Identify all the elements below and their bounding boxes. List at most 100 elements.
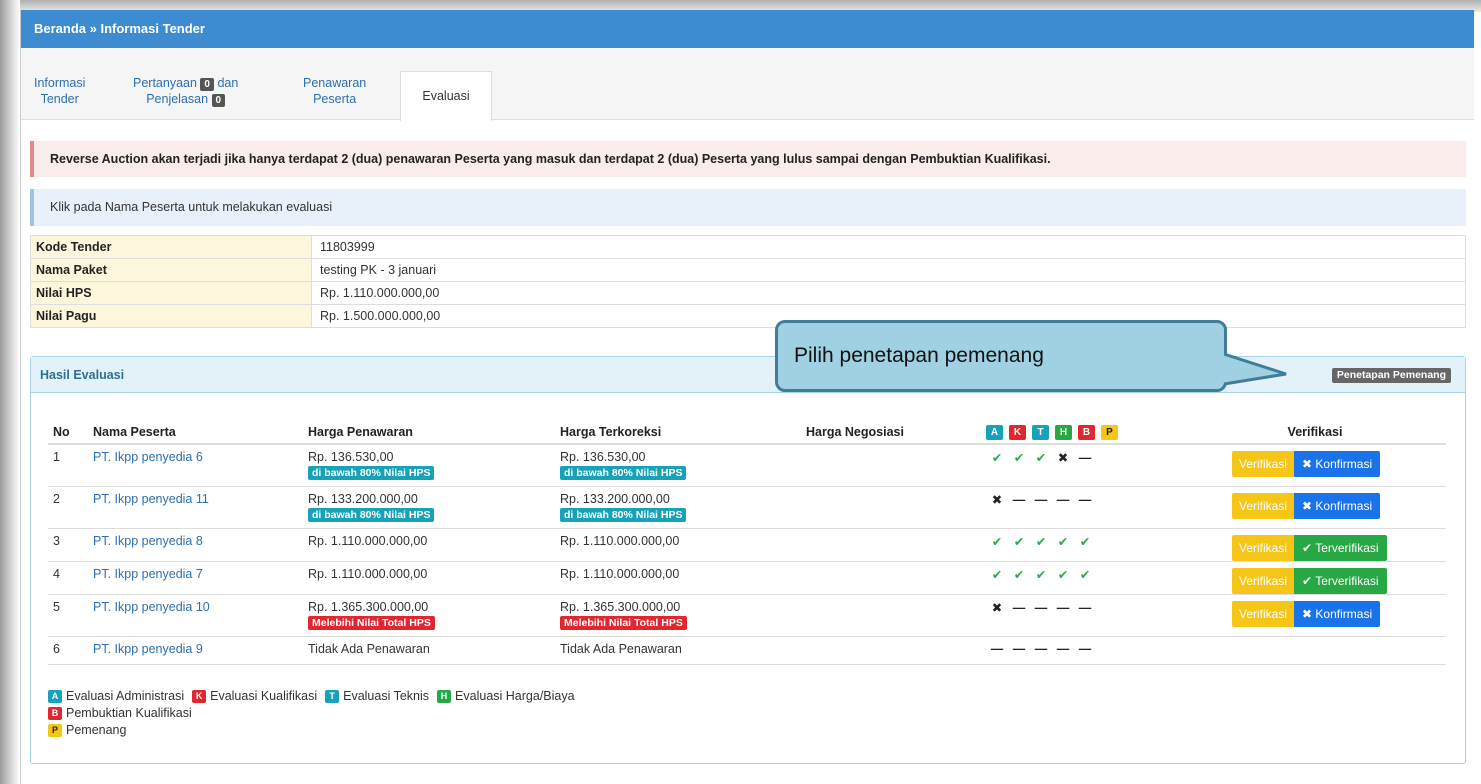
dash-icon: — [1012, 641, 1026, 656]
peserta-name-link[interactable]: PT. Ikpp penyedia 6 [93, 450, 203, 464]
konfirmasi-button[interactable]: ✖ Konfirmasi [1294, 492, 1381, 519]
harga-negosiasi-cell [801, 444, 981, 487]
price-status-badge: Melebihi Nilai Total HPS [560, 615, 687, 630]
verifikasi-button[interactable]: Verifikasi [1232, 534, 1295, 561]
verifikasi-button[interactable]: Verifikasi [1232, 600, 1295, 627]
harga-penawaran-value: Rp. 136.530,00 [308, 450, 394, 464]
badge-t: T [1032, 425, 1049, 440]
check-icon: ✔ [991, 567, 1003, 582]
harga-terkoreksi-value: Tidak Ada Penawaran [560, 641, 682, 656]
breadcrumb[interactable]: Beranda » Informasi Tender [21, 10, 1474, 48]
table-header-row: No Nama Peserta Harga Penawaran Harga Te… [48, 421, 1446, 445]
terverifikasi-button[interactable]: ✔ Terverifikasi [1294, 567, 1387, 594]
row-number: 2 [48, 486, 88, 529]
check-icon: ✔ [1057, 534, 1069, 549]
harga-terkoreksi-value: Rp. 136.530,00 [560, 450, 646, 464]
peserta-name-link[interactable]: PT. Ikpp penyedia 7 [93, 567, 203, 581]
harga-terkoreksi-cell: Rp. 1.110.000.000,00 [555, 561, 801, 595]
harga-penawaran-cell: Tidak Ada Penawaran [303, 636, 555, 665]
peserta-cell: PT. Ikpp penyedia 11 [88, 486, 303, 529]
konfirmasi-button[interactable]: ✖ Konfirmasi [1294, 600, 1381, 627]
badge-p: P [1101, 425, 1118, 440]
verifikasi-button[interactable]: Verifikasi [1232, 492, 1295, 519]
verifikasi-cell [1184, 636, 1446, 665]
info-row-nama-paket: Nama Paket testing PK - 3 januari [30, 258, 1466, 282]
peserta-name-link[interactable]: PT. Ikpp penyedia 9 [93, 642, 203, 656]
stage-marks-cell: ✔ ✔ ✔ ✔ ✔ [981, 561, 1184, 595]
tab-label-line2: Peserta [313, 92, 357, 106]
check-icon: ✔ [1302, 540, 1316, 555]
harga-negosiasi-cell [801, 561, 981, 595]
info-row-pagu: Nilai Pagu Rp. 1.500.000.000,00 [30, 304, 1466, 328]
legend-row: B Pembuktian Kualifikasi [48, 705, 583, 721]
check-icon: ✔ [1079, 567, 1091, 582]
peserta-cell: PT. Ikpp penyedia 6 [88, 444, 303, 487]
legend-row: A Evaluasi Administrasi K Evaluasi Kualifi… [48, 688, 583, 704]
harga-terkoreksi-value: Rp. 1.365.300.000,00 [560, 599, 681, 614]
evaluation-results-table: No Nama Peserta Harga Penawaran Harga Te… [48, 421, 1446, 665]
dash-icon: — [1034, 492, 1048, 507]
terverifikasi-button[interactable]: ✔ Terverifikasi [1294, 534, 1387, 561]
table-row: 5 PT. Ikpp penyedia 10 Rp. 1.365.300.000,0… [48, 594, 1446, 637]
row-number: 6 [48, 636, 88, 665]
frame-shadow-left [0, 0, 20, 784]
status-label: Konfirmasi [1315, 606, 1373, 621]
status-label: Terverifikasi [1315, 540, 1379, 555]
konfirmasi-button[interactable]: ✖ Konfirmasi [1294, 451, 1381, 477]
verifikasi-button[interactable]: Verifikasi [1232, 451, 1295, 477]
col-nama-peserta: Nama Peserta [88, 421, 303, 445]
harga-negosiasi-cell [801, 528, 981, 562]
legend-badge-b: B [48, 706, 62, 720]
col-harga-penawaran: Harga Penawaran [303, 421, 555, 445]
harga-negosiasi-cell [801, 636, 981, 665]
tab-evaluasi[interactable]: Evaluasi [400, 71, 492, 121]
badge-b: B [1078, 425, 1095, 440]
reverse-auction-alert: Reverse Auction akan terjadi jika hanya … [30, 141, 1466, 177]
legend-badge-h: H [437, 689, 452, 703]
peserta-name-link[interactable]: PT. Ikpp penyedia 8 [93, 534, 203, 548]
dash-icon: — [1056, 492, 1070, 507]
peserta-name-link[interactable]: PT. Ikpp penyedia 11 [93, 492, 209, 506]
row-number: 3 [48, 528, 88, 562]
status-label: Konfirmasi [1315, 457, 1373, 471]
tab-penawaran-peserta[interactable]: Penawaran Peserta [303, 75, 366, 107]
verifikasi-button[interactable]: Verifikasi [1232, 567, 1295, 594]
panel-title: Hasil Evaluasi [40, 368, 125, 382]
tab-label-penjelasan: Penjelasan [146, 92, 209, 106]
check-icon: ✔ [1013, 567, 1025, 582]
dash-icon: — [1078, 451, 1092, 465]
verifikasi-cell: Verifikasi ✔ Terverifikasi [1184, 528, 1446, 562]
penjelasan-count-badge: 0 [211, 94, 226, 107]
info-row-kode: Kode Tender 11803999 [30, 235, 1466, 259]
legend-badge-t: T [325, 689, 340, 703]
table-row: 3 PT. Ikpp penyedia 8 Rp. 1.110.000.000,00… [48, 528, 1446, 562]
tab-label-pertanyaan: Pertanyaan [133, 76, 197, 90]
stage-marks-cell: ✖ — — — — [981, 594, 1184, 637]
peserta-cell: PT. Ikpp penyedia 9 [88, 636, 303, 665]
callout-pointer-icon [1224, 352, 1287, 386]
penetapan-pemenang-button[interactable]: Penetapan Pemenang [1331, 368, 1451, 383]
peserta-name-link[interactable]: PT. Ikpp penyedia 10 [93, 600, 210, 614]
legend-badge-p: P [48, 723, 62, 737]
harga-penawaran-value: Rp. 1.110.000.000,00 [308, 533, 428, 548]
check-icon: ✔ [991, 451, 1003, 465]
check-icon: ✔ [1013, 451, 1025, 465]
harga-penawaran-cell: Rp. 133.200.000,00 di bawah 80% Nilai HPS [303, 486, 555, 529]
legend-text: Evaluasi Harga/Biaya [455, 689, 575, 703]
close-icon: ✖ [1302, 457, 1316, 471]
dash-icon: — [1078, 600, 1092, 615]
dash-icon: — [1012, 600, 1026, 615]
tab-informasi-tender[interactable]: Informasi Tender [34, 75, 85, 107]
status-label: Konfirmasi [1315, 498, 1373, 513]
harga-negosiasi-cell [801, 486, 981, 529]
check-icon: ✔ [1079, 534, 1091, 549]
badge-a: A [986, 425, 1003, 440]
dash-icon: — [990, 641, 1004, 656]
screen-frame: Beranda » Informasi Tender Informasi Ten… [0, 0, 1481, 784]
harga-penawaran-cell: Rp. 136.530,00 di bawah 80% Nilai HPS [303, 444, 555, 487]
table-row: 4 PT. Ikpp penyedia 7 Rp. 1.110.000.000,00… [48, 561, 1446, 595]
price-status-badge: di bawah 80% Nilai HPS [560, 466, 687, 480]
tab-pertanyaan-penjelasan[interactable]: Pertanyaan 0 dan Penjelasan 0 [133, 75, 238, 107]
table-row: 6 PT. Ikpp penyedia 9 Tidak Ada Penawaran T… [48, 636, 1446, 665]
tab-label-dan: dan [217, 76, 239, 90]
